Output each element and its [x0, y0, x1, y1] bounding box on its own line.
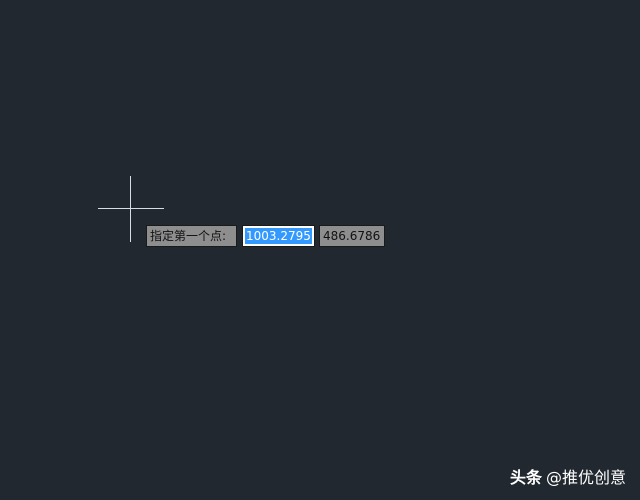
crosshair-vertical-line	[130, 176, 131, 242]
watermark-handle: @推优创意	[545, 468, 626, 487]
watermark-brand: 头条	[509, 468, 542, 487]
x-coordinate-input[interactable]: 1003.2795	[242, 225, 315, 247]
dynamic-input-prompt: 指定第一个点:	[146, 225, 237, 247]
crosshair-horizontal-line	[98, 208, 164, 209]
watermark: 头条 @推优创意	[510, 464, 626, 488]
x-coordinate-value: 1003.2795	[245, 228, 312, 244]
y-coordinate-input[interactable]: 486.6786	[319, 225, 385, 247]
drawing-canvas[interactable]	[0, 0, 640, 500]
